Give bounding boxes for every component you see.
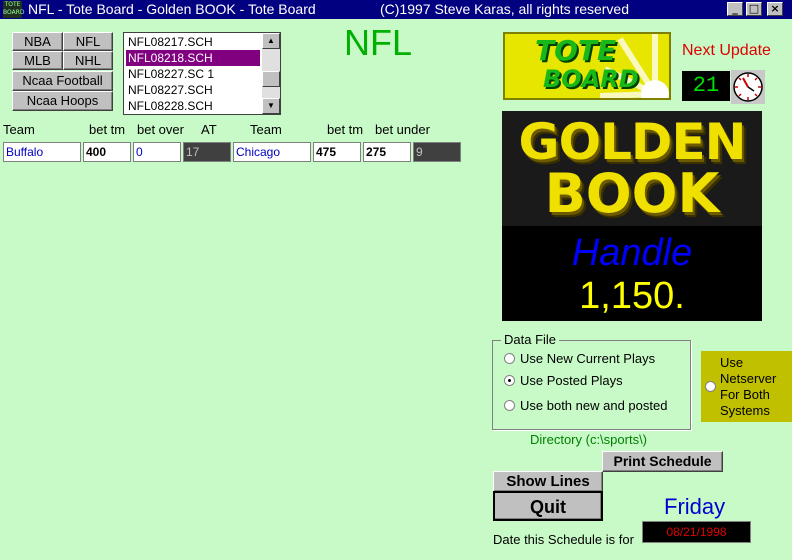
netserver-label[interactable]: Use Netserver For Both Systems [720,355,792,419]
handle-label: Handle [571,232,693,274]
bet-over-field[interactable]: 0 [133,142,181,162]
schedule-date-field[interactable]: 08/21/1998 [642,521,751,543]
header-bet-tm: bet tm [89,122,126,137]
nfl-button[interactable]: NFL [63,32,113,51]
minimize-icon: _ [732,2,738,15]
radio-new-current-plays[interactable] [504,353,515,364]
header-at: AT [201,122,217,137]
maximize-icon: □ [748,2,760,15]
tote-logo-line2: BOARD [543,65,639,93]
radio-both-plays[interactable] [504,400,515,411]
list-item[interactable]: NFL08227.SC 1 [126,66,260,82]
maximize-button[interactable]: □ [746,2,762,16]
radio-label-both-plays[interactable]: Use both new and posted [520,398,667,413]
title-bar[interactable]: TOTE BOARD NFL - Tote Board - Golden BOO… [0,0,792,19]
directory-label: Directory (c:\sports\) [530,432,648,447]
data-file-legend: Data File [501,332,560,347]
sport-title: NFL [344,22,413,63]
golden-book-display: GOLDEN BOOK Handle 1,150. [502,111,762,321]
close-icon: × [770,2,780,15]
tote-board-app-icon[interactable]: TOTE BOARD [3,1,25,18]
header-bet-over: bet over [137,122,184,137]
at-field: 17 [183,142,231,162]
radio-label-posted-plays[interactable]: Use Posted Plays [520,373,623,388]
list-item[interactable]: NFL08217.SCH [126,34,260,50]
clock-icon [731,70,765,104]
team2-field[interactable]: Chicago [233,142,311,162]
bet-under-field[interactable]: 275 [363,142,411,162]
close-button[interactable]: × [767,2,783,16]
schedule-date-label: Date this Schedule is for [493,532,634,547]
next-update-counter: 21 [682,71,730,101]
ncaa-football-button[interactable]: Ncaa Football [12,71,113,91]
nba-button[interactable]: NBA [12,32,63,51]
list-item[interactable]: NFL08227.SCH [126,82,260,98]
extra-field: 9 [413,142,461,162]
golden-book-line1: GOLDEN [518,113,747,171]
arrow-down-icon: ▼ [267,101,275,110]
quit-button[interactable]: Quit [493,491,603,521]
header-bet-under: bet under [375,122,430,137]
netserver-radio[interactable] [705,381,716,392]
netserver-option[interactable]: Use Netserver For Both Systems [701,351,792,422]
header-bet-tm-2: bet tm [327,122,364,137]
team1-field[interactable]: Buffalo [3,142,81,162]
mlb-button[interactable]: MLB [12,51,63,70]
radio-label-new-current-plays[interactable]: Use New Current Plays [520,351,655,366]
golden-book-line2: BOOK [544,162,720,225]
scroll-down-button[interactable]: ▼ [262,98,280,114]
header-team-2: Team [250,122,282,137]
scroll-thumb[interactable] [262,71,280,87]
print-schedule-button[interactable]: Print Schedule [602,451,723,472]
list-scrollbar[interactable]: ▲ ▼ [262,33,280,114]
show-lines-button[interactable]: Show Lines [493,471,603,492]
copyright-text: (C)1997 Steve Karas, all rights reserved [380,1,629,17]
scroll-up-button[interactable]: ▲ [262,33,280,49]
header-team: Team [3,122,35,137]
tote-board-logo: TOTE BOARD [503,32,671,100]
nhl-button[interactable]: NHL [63,51,113,70]
radio-posted-plays[interactable] [504,375,515,386]
handle-value: 1,150. [579,275,685,317]
minimize-button[interactable]: _ [727,2,743,16]
next-update-label: Next Update [682,42,771,59]
list-item[interactable]: NFL08228.SCH [126,98,260,114]
bet-tm-field[interactable]: 400 [83,142,131,162]
ncaa-hoops-button[interactable]: Ncaa Hoops [12,91,113,111]
bet-tm-2-field[interactable]: 475 [313,142,361,162]
window-title: NFL - Tote Board - Golden BOOK - Tote Bo… [28,1,316,17]
schedule-day: Friday [664,494,726,519]
schedule-file-list[interactable]: NFL08217.SCH NFL08218.SCH NFL08227.SC 1 … [123,32,281,115]
list-item[interactable]: NFL08218.SCH [126,50,260,66]
arrow-up-icon: ▲ [267,36,275,45]
tote-logo-line1: TOTE [535,34,617,67]
main-window: TOTE BOARD NFL - Tote Board - Golden BOO… [0,0,792,560]
